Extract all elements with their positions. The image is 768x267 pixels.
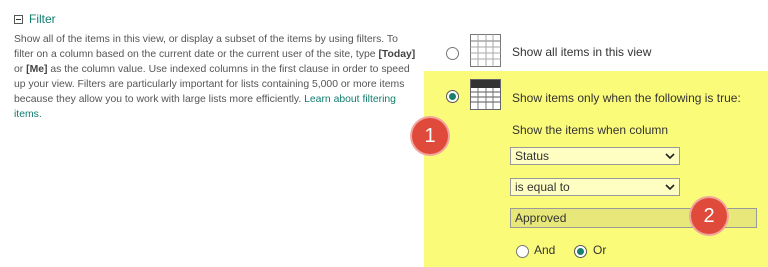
filtered-list-grid-icon: [470, 79, 501, 110]
show-all-label: Show all items in this view: [512, 45, 652, 59]
operator-select-value: is equal to: [515, 180, 570, 194]
desc-text-1: Show all of the items in this view, or d…: [14, 34, 398, 60]
show-filtered-radio[interactable]: [446, 90, 459, 103]
desc-text-or: or: [14, 64, 27, 75]
collapse-icon[interactable]: [14, 14, 23, 24]
show-all-radio[interactable]: [446, 47, 459, 60]
column-prompt-label: Show the items when column: [512, 123, 669, 137]
and-radio[interactable]: [516, 245, 529, 258]
chevron-down-icon: [665, 153, 675, 160]
filter-description: Show all of the items in this view, or d…: [14, 32, 416, 122]
list-grid-icon: [470, 34, 501, 67]
or-label: Or: [593, 243, 607, 257]
desc-me: [Me]: [26, 64, 48, 75]
filter-value-text: Approved: [515, 211, 567, 225]
chevron-down-icon: [665, 184, 675, 191]
show-filtered-label: Show items only when the following is tr…: [512, 91, 741, 105]
column-select[interactable]: Status: [510, 147, 680, 165]
or-radio[interactable]: [574, 245, 587, 258]
desc-today: [Today]: [378, 49, 416, 60]
and-label: And: [534, 243, 556, 257]
operator-select[interactable]: is equal to: [510, 178, 680, 196]
annotation-badge-1: 1: [412, 118, 448, 154]
section-header[interactable]: Filter: [14, 12, 56, 26]
annotation-badge-2: 2: [691, 198, 727, 234]
column-select-value: Status: [515, 149, 550, 163]
section-title[interactable]: Filter: [29, 12, 56, 26]
